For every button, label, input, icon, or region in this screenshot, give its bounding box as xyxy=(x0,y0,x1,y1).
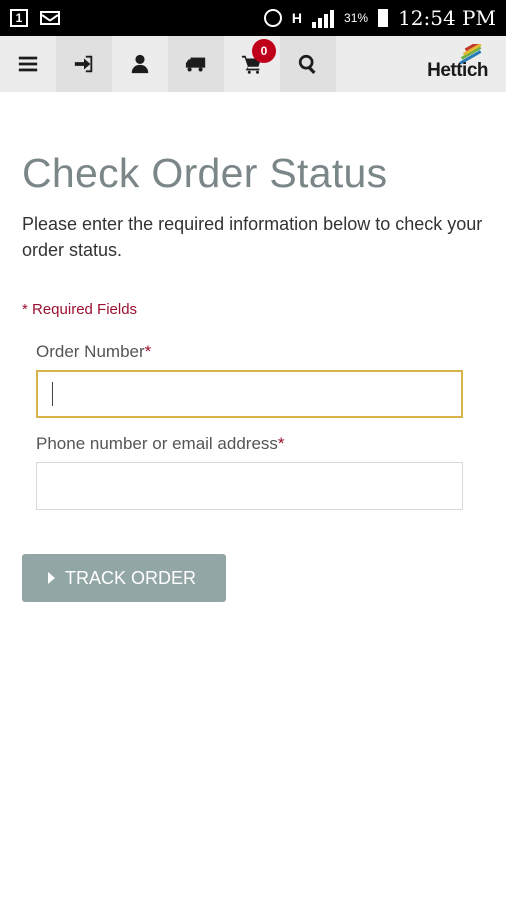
order-number-label: Order Number* xyxy=(36,342,484,362)
phone-or-email-input[interactable] xyxy=(36,462,463,510)
intro-text: Please enter the required information be… xyxy=(22,214,483,260)
status-bar: 1 H 31% 12:54 PM xyxy=(0,0,506,36)
account-button[interactable] xyxy=(112,36,168,92)
caret-right-icon xyxy=(48,572,55,584)
order-number-input[interactable] xyxy=(36,370,463,418)
required-fields-note: * Required Fields xyxy=(22,301,138,318)
search-button[interactable] xyxy=(280,36,336,92)
top-navbar: 0 Hettich xyxy=(0,36,506,92)
contact-label-text: Phone number or email address xyxy=(36,434,278,453)
alarm-icon xyxy=(263,9,282,27)
order-number-label-text: Order Number xyxy=(36,342,145,361)
sign-in-icon xyxy=(74,55,93,73)
track-order-label: TRACK ORDER xyxy=(65,567,197,588)
required-star: * xyxy=(277,434,285,453)
menu-icon xyxy=(18,56,38,72)
menu-button[interactable] xyxy=(0,36,56,92)
truck-icon xyxy=(185,57,206,72)
sign-in-button[interactable] xyxy=(56,36,112,92)
mail-icon xyxy=(40,11,60,25)
user-icon xyxy=(131,54,149,74)
hettich-logo[interactable]: Hettich xyxy=(416,44,488,84)
battery-percent: 31% xyxy=(344,11,369,25)
text-caret xyxy=(52,382,53,406)
clock: 12:54 PM xyxy=(398,6,496,30)
network-type: H xyxy=(291,10,303,26)
required-star: * xyxy=(144,342,152,361)
track-order-button[interactable]: TRACK ORDER xyxy=(22,554,226,602)
signal-icon xyxy=(312,8,335,28)
search-icon xyxy=(298,54,316,74)
battery-icon xyxy=(378,9,389,27)
order-form: Order Number* Phone number or email addr… xyxy=(36,342,484,510)
cart-count-badge: 0 xyxy=(252,39,276,63)
logo-text: Hettich xyxy=(427,60,488,81)
notification-badge-icon: 1 xyxy=(10,9,28,27)
cart-button[interactable]: 0 xyxy=(224,36,280,92)
main-content: Check Order Status Please enter the requ… xyxy=(0,150,506,602)
delivery-button[interactable] xyxy=(168,36,224,92)
page-title: Check Order Status xyxy=(22,150,388,196)
contact-label: Phone number or email address* xyxy=(36,434,484,454)
